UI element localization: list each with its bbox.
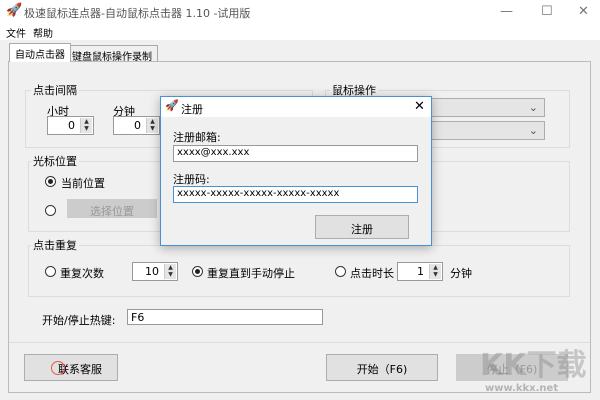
select-position-radio[interactable] <box>45 205 56 216</box>
register-code-field[interactable]: xxxxx-xxxxx-xxxxx-xxxxx-xxxxx <box>173 186 418 203</box>
menu-file[interactable]: 文件 <box>6 25 26 40</box>
repeat-count-value: 10 <box>145 265 159 278</box>
select-position-button[interactable]: 选择位置 <box>67 199 157 218</box>
repeat-until-stop-radio[interactable] <box>192 266 203 277</box>
rocket-icon: 🚀 <box>165 99 179 112</box>
watermark-logo: KK下载 <box>480 348 587 383</box>
menu-help[interactable]: 帮助 <box>33 25 53 40</box>
spin-buttons[interactable]: ▲ ▼ <box>146 118 158 133</box>
duration-value: 1 <box>417 265 424 278</box>
start-button[interactable]: 开始（F6) <box>326 354 438 381</box>
rocket-icon: 🚀 <box>6 3 23 18</box>
email-label: 注册邮箱: <box>173 131 221 144</box>
close-button[interactable]: ✕ <box>578 4 589 19</box>
repeat-count-label: 重复次数 <box>60 267 104 280</box>
cursor-label: 光标位置 <box>31 153 79 169</box>
interval-label: 点击间隔 <box>31 82 79 98</box>
repeat-count-spinner[interactable]: 10 ▲ ▼ <box>132 262 178 281</box>
current-position-label: 当前位置 <box>61 177 105 190</box>
contact-support-button[interactable]: 联系客服 <box>24 354 118 381</box>
email-field[interactable]: xxxx@xxx.xxx <box>173 145 418 162</box>
repeat-until-stop-label: 重复直到手动停止 <box>207 267 295 280</box>
dialog-close-button[interactable]: ✕ <box>414 99 425 114</box>
minutes-spinner[interactable]: 0 ▲ ▼ <box>113 116 160 135</box>
tab-auto-clicker[interactable]: 自动点击器 <box>9 43 71 62</box>
dialog-title: 注册 <box>181 103 203 116</box>
repeat-group <box>28 245 570 297</box>
hours-value: 0 <box>68 119 75 132</box>
register-button[interactable]: 注册 <box>315 215 409 239</box>
maximize-button[interactable]: ☐ <box>541 4 553 19</box>
user-icon <box>51 361 65 375</box>
code-label: 注册码: <box>173 173 210 186</box>
duration-spinner[interactable]: 1 ▲ ▼ <box>397 262 443 281</box>
chevron-down-icon: ⌄ <box>528 101 538 114</box>
title-bar: 🚀 极速鼠标连点器-自动鼠标点击器 1.10 -试用版 — ☐ ✕ <box>0 0 600 24</box>
spin-buttons[interactable]: ▲ ▼ <box>429 264 441 279</box>
current-position-radio[interactable] <box>45 176 56 187</box>
dialog-title-bar: 🚀 注册 ✕ <box>161 97 431 117</box>
hours-spinner[interactable]: 0 ▲ ▼ <box>47 116 94 135</box>
chevron-down-icon: ⌄ <box>528 124 538 137</box>
hotkey-input[interactable]: F6 <box>127 309 323 325</box>
repeat-label: 点击重复 <box>31 237 79 253</box>
register-dialog: 🚀 注册 ✕ 注册邮箱: xxxx@xxx.xxx 注册码: xxxxx-xxx… <box>160 96 432 246</box>
hotkey-label: 开始/停止热键: <box>42 314 116 327</box>
spin-buttons[interactable]: ▲ ▼ <box>80 118 92 133</box>
duration-unit: 分钟 <box>450 267 472 280</box>
window-title: 极速鼠标连点器-自动鼠标点击器 1.10 -试用版 <box>24 7 251 20</box>
watermark-url: www.kkx.net <box>485 383 559 394</box>
minutes-value: 0 <box>134 119 141 132</box>
menu-bar: 文件 帮助 <box>0 24 600 40</box>
spin-buttons[interactable]: ▲ ▼ <box>164 264 176 279</box>
duration-label: 点击时长 <box>350 267 394 280</box>
minimize-button[interactable]: — <box>500 4 513 19</box>
repeat-count-radio[interactable] <box>45 266 56 277</box>
duration-radio[interactable] <box>335 266 346 277</box>
